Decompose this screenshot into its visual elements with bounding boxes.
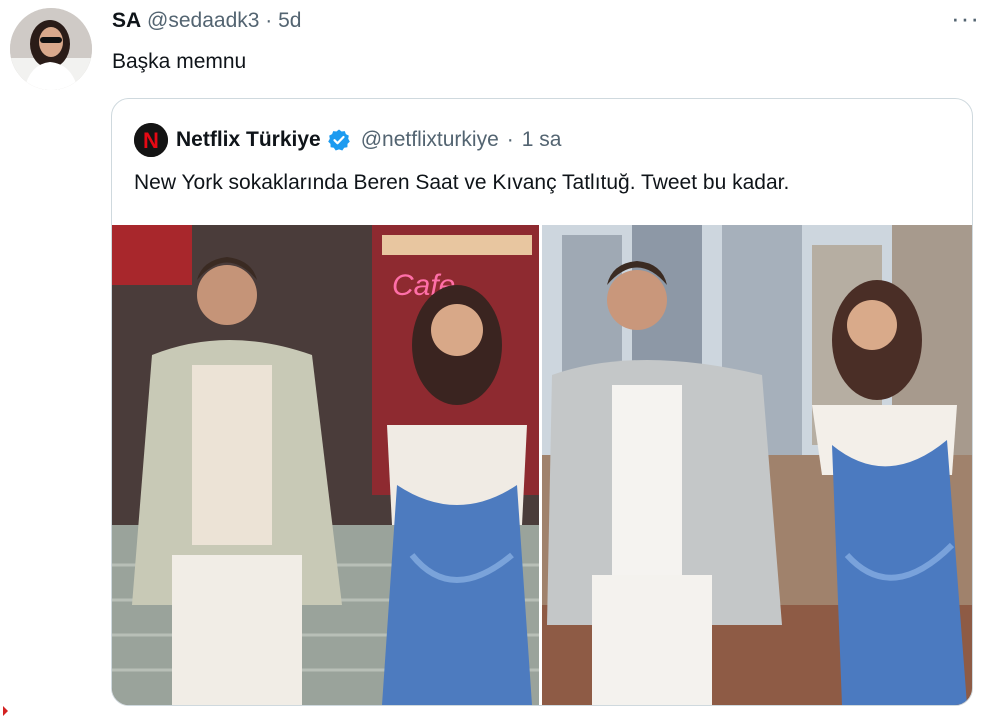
meta-separator: · [265, 9, 273, 32]
tweet-text: Başka memnu [112, 50, 247, 73]
user-avatar[interactable] [10, 8, 92, 90]
display-name[interactable]: SA [112, 9, 141, 32]
tweet-header: SA @sedaadk3 · 5d [112, 9, 301, 33]
quoted-display-name[interactable]: Netflix Türkiye [176, 128, 321, 152]
more-icon[interactable]: ··· [951, 5, 980, 31]
quoted-user-handle[interactable]: @netflixturkiye [361, 128, 499, 152]
quoted-tweet-time[interactable]: 1 sa [522, 128, 562, 152]
verified-badge-icon [327, 128, 351, 152]
media-photo-1[interactable]: Cafe [112, 225, 542, 705]
media-photo-2[interactable] [542, 225, 972, 705]
quoted-tweet[interactable]: N Netflix Türkiye @netflixturkiye · 1 sa… [111, 98, 973, 706]
tweet-time[interactable]: 5d [278, 9, 301, 32]
quoted-meta-separator: · [506, 128, 514, 151]
quoted-tweet-header: N Netflix Türkiye @netflixturkiye · 1 sa [134, 123, 561, 157]
netflix-logo-letter: N [143, 128, 159, 153]
quoted-tweet-text: New York sokaklarında Beren Saat ve Kıva… [134, 171, 790, 194]
media-grid: Cafe [112, 225, 972, 705]
netflix-logo-icon[interactable]: N [134, 123, 168, 157]
corner-mark [3, 706, 8, 716]
user-handle[interactable]: @sedaadk3 [147, 9, 259, 32]
